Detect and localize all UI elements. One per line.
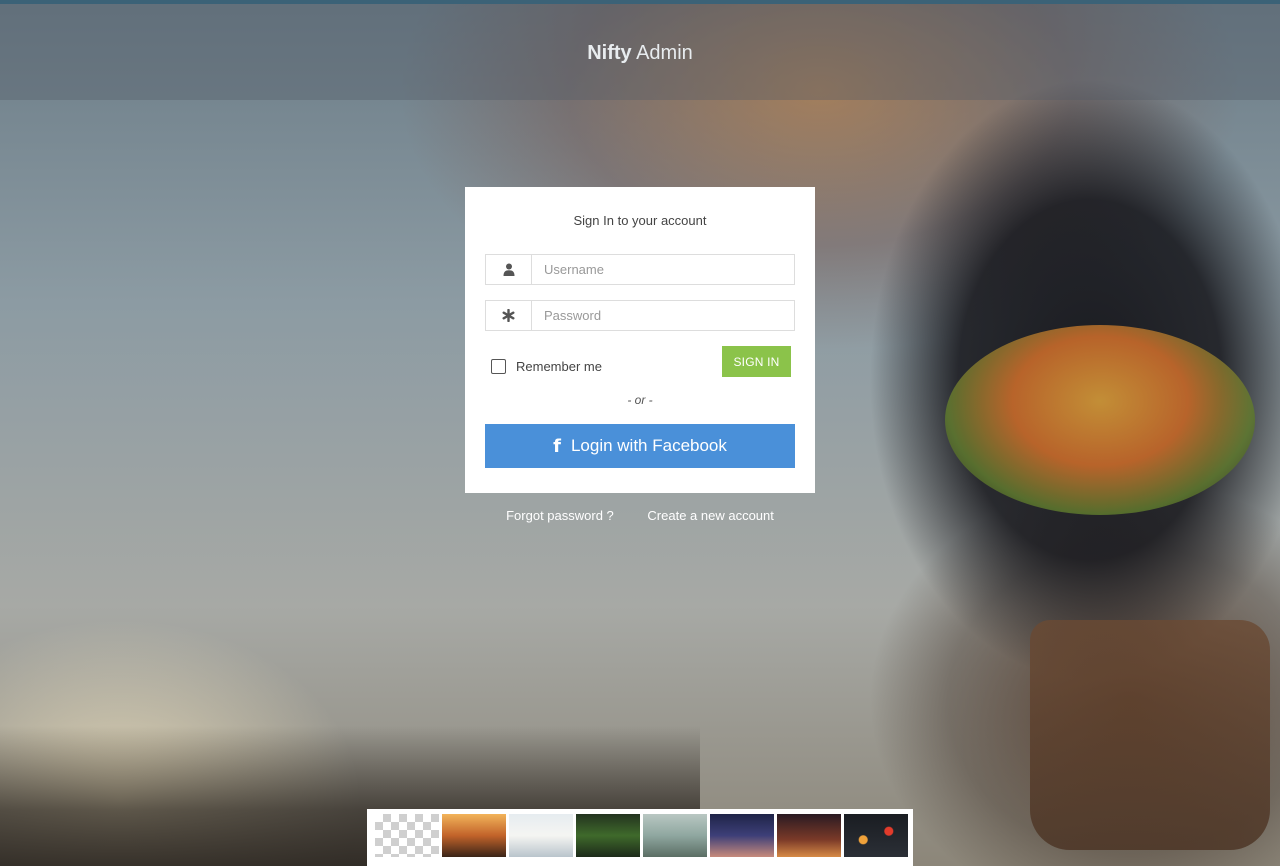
brand-title: Nifty Admin: [0, 42, 1280, 65]
remember-me[interactable]: Remember me: [491, 359, 602, 374]
background-thumbnail-lake-pier[interactable]: [643, 814, 707, 857]
login-title: Sign In to your account: [573, 213, 707, 228]
user-icon: [486, 255, 532, 284]
background-thumbnail-bokeh-lights[interactable]: [844, 814, 908, 857]
background-thumbnail-bridge-night[interactable]: [710, 814, 774, 857]
forgot-password-link[interactable]: Forgot password ?: [506, 508, 614, 523]
top-header: Nifty Admin: [0, 0, 1280, 100]
facebook-login-label: Login with Facebook: [570, 436, 727, 455]
password-input[interactable]: [532, 301, 794, 330]
password-group: [485, 300, 795, 331]
background-thumbnail-dusk-hills[interactable]: [777, 814, 841, 857]
facebook-login-button[interactable]: f Login with Facebook: [485, 424, 795, 468]
basket-decoration: [1030, 620, 1270, 850]
remember-label: Remember me: [516, 359, 602, 374]
remember-checkbox[interactable]: [491, 359, 506, 374]
background-thumbnail-sunset-track[interactable]: [442, 814, 506, 857]
background-selector: [367, 809, 913, 866]
background-thumbnail-forest[interactable]: [576, 814, 640, 857]
brand-name-light: Admin: [636, 42, 693, 64]
facebook-icon: f: [553, 435, 561, 457]
or-divider: - or -: [627, 393, 653, 407]
username-group: [485, 254, 795, 285]
auth-links: Forgot password ? Create a new account: [0, 508, 1280, 523]
login-panel: Sign In to your account Remember me SIGN: [465, 187, 815, 493]
background-thumbnail-transparent[interactable]: [375, 814, 439, 857]
create-account-link[interactable]: Create a new account: [647, 508, 773, 523]
asterisk-icon: [486, 301, 532, 330]
balloon-decoration: [945, 325, 1255, 515]
background-thumbnail-balloon[interactable]: [509, 814, 573, 857]
brand-name-bold: Nifty: [587, 42, 632, 64]
sign-in-button[interactable]: SIGN IN: [722, 346, 791, 377]
username-input[interactable]: [532, 255, 794, 284]
